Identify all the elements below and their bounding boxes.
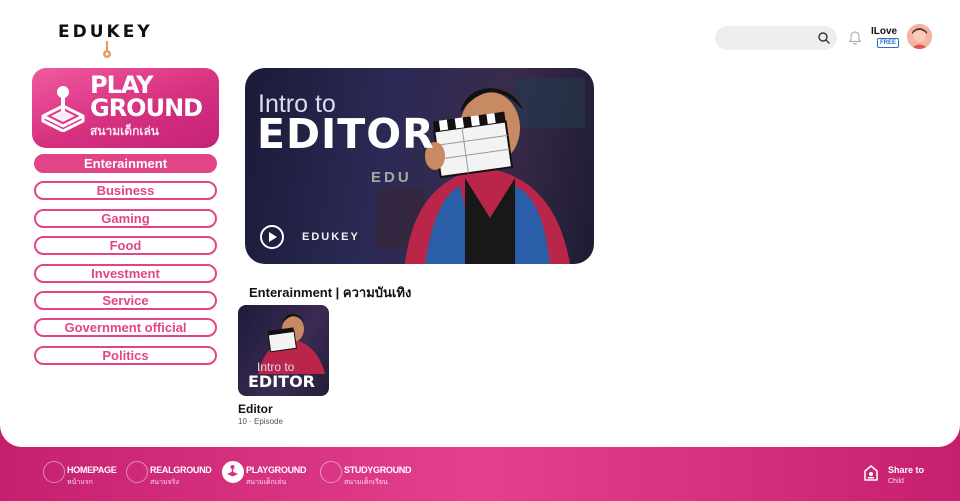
nav-studyground-label: STUDYGROUND [344, 465, 412, 475]
nav-studyground-sub: สนามเด็กเรียน [344, 479, 388, 486]
course-episode-count: 10 · Episode [238, 417, 283, 426]
playground-subtitle: สนามเด็กเล่น [90, 124, 159, 138]
course-title[interactable]: Editor [238, 402, 273, 416]
plan-badge: FREE [877, 38, 900, 48]
bottom-nav: HOMEPAGE หน้าแรก REALGROUND สนามจริง PLA… [0, 447, 960, 501]
share-sub: Child [888, 478, 904, 485]
category-government-official[interactable]: Government official [34, 318, 217, 338]
main-panel: EDUKEY ILove FREE PLAY GROUND สนามเด็กเล… [0, 0, 960, 447]
playground-badge: PLAY GROUND สนามเด็กเล่น [32, 68, 219, 148]
nav-homepage-label: HOMEPAGE [67, 465, 117, 475]
nav-playground-sub: สนามเด็กเล่น [246, 479, 287, 486]
realground-icon [126, 461, 148, 483]
home-icon [43, 461, 65, 483]
thumbnail-title: EDITOR [248, 372, 315, 391]
playground-icon [222, 461, 244, 483]
share-icon[interactable] [863, 465, 879, 481]
section-title: Enterainment | ความบันเทิง [249, 285, 412, 300]
studyground-icon [320, 461, 342, 483]
avatar-face-icon [907, 24, 932, 49]
search-icon[interactable] [817, 31, 831, 45]
hero-banner[interactable]: Intro to EDITOR EDU EDUKEY [245, 68, 594, 264]
edukey-logo[interactable]: EDUKEY [58, 22, 158, 62]
category-service[interactable]: Service [34, 290, 217, 310]
logo-text: EDUKEY [58, 22, 153, 42]
category-politics[interactable]: Politics [34, 345, 217, 365]
hero-title: EDITOR [257, 110, 435, 158]
category-enterainment[interactable]: Enterainment [34, 154, 217, 173]
joystick-icon [227, 465, 238, 477]
joystick-icon [41, 86, 85, 132]
presenter-illustration [375, 78, 585, 264]
hero-background-brand: EDU [371, 169, 412, 186]
hero-brand: EDUKEY [302, 231, 360, 243]
category-food[interactable]: Food [34, 236, 217, 256]
nav-realground-label: REALGROUND [150, 465, 212, 475]
bell-icon[interactable] [848, 29, 862, 45]
playground-title: PLAY GROUND [90, 73, 203, 122]
category-gaming[interactable]: Gaming [34, 208, 217, 228]
key-icon [103, 41, 111, 58]
playground-title-line2: GROUND [90, 94, 203, 122]
avatar[interactable] [907, 24, 932, 49]
play-icon[interactable] [259, 224, 285, 250]
nav-homepage-sub: หน้าแรก [67, 479, 93, 486]
category-investment[interactable]: Investment [34, 263, 217, 283]
category-business[interactable]: Business [34, 181, 217, 201]
category-list: Enterainment Business Gaming Food Invest… [34, 154, 217, 373]
user-name[interactable]: ILove [871, 26, 897, 37]
share-label[interactable]: Share to [888, 465, 924, 475]
nav-realground-sub: สนามจริง [150, 479, 179, 486]
nav-playground-label: PLAYGROUND [246, 465, 307, 475]
course-thumbnail[interactable]: Intro to EDITOR [238, 305, 329, 396]
